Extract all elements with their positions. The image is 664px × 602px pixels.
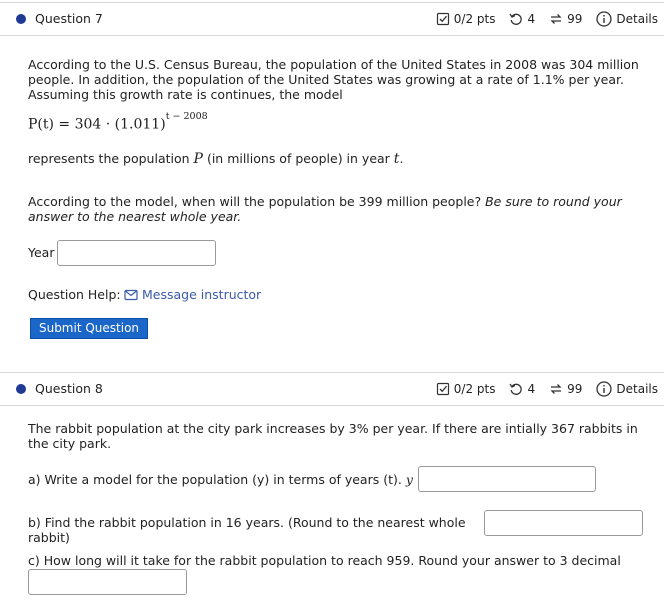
attempts-icon [550, 384, 562, 394]
retry-icon [509, 383, 523, 395]
part-b-prompt: b) Find the rabbit population in 16 year… [28, 515, 466, 545]
question-title: Question 7 [35, 11, 103, 26]
part-a-input[interactable] [418, 466, 596, 492]
question-7-header: Question 7 0/2 pts 4 99 Details [0, 2, 664, 36]
score-checkbox-icon [436, 382, 449, 396]
model-equation-base: P(t) = 304 · (1.011) [28, 116, 166, 133]
part-c-input[interactable] [28, 569, 187, 595]
info-icon[interactable] [596, 381, 613, 397]
retries-count: 4 [527, 12, 536, 26]
model-equation-exponent: t − 2008 [165, 111, 208, 122]
attempts-count: 99 [567, 12, 583, 26]
variable-p: P [193, 151, 203, 167]
message-instructor-link[interactable]: Message instructor [124, 287, 261, 302]
retry-icon [509, 13, 523, 25]
model-equation: P(t) = 304 · (1.011)t − 2008 [28, 111, 208, 133]
question-meta: 0/2 pts 4 99 Details [436, 11, 658, 27]
details-link[interactable]: Details [616, 12, 658, 26]
details-link[interactable]: Details [616, 382, 658, 396]
part-a-text: a) Write a model for the population (y) … [28, 472, 402, 487]
info-icon[interactable] [596, 11, 613, 27]
represents-period: . [399, 151, 404, 166]
score-text: 0/2 pts [453, 12, 496, 26]
represents-sentence: represents the population P (in millions… [28, 151, 654, 167]
attempts-count: 99 [567, 382, 583, 396]
question-8-header: Question 8 0/2 pts 4 99 Details [0, 372, 664, 406]
year-label: Year [28, 245, 55, 260]
part-b-input[interactable] [484, 510, 643, 536]
message-instructor-text[interactable]: Message instructor [142, 287, 261, 302]
represents-text: represents the population [28, 151, 194, 166]
question-7-intro: According to the U.S. Census Bureau, the… [28, 57, 639, 102]
year-input[interactable] [57, 240, 216, 266]
envelope-icon [124, 289, 138, 300]
retries-count: 4 [527, 382, 536, 396]
question-7-prompt: According to the model, when will the po… [28, 194, 654, 224]
represents-text-2: (in millions of people) in year [202, 151, 394, 166]
submit-question-button[interactable]: Submit Question [30, 318, 148, 339]
attempts-icon [550, 14, 562, 24]
question-meta: 0/2 pts 4 99 Details [436, 381, 658, 397]
question-8-intro: The rabbit population at the city park i… [28, 421, 638, 451]
question-status-dot [16, 384, 26, 394]
part-a-prompt: a) Write a model for the population (y) … [28, 472, 428, 487]
question-help-label: Question Help: [28, 287, 121, 302]
question-title: Question 8 [35, 381, 103, 396]
score-text: 0/2 pts [453, 382, 496, 396]
question-status-dot [16, 14, 26, 24]
prompt-text: According to the model, when will the po… [28, 194, 486, 209]
score-checkbox-icon [436, 12, 449, 26]
